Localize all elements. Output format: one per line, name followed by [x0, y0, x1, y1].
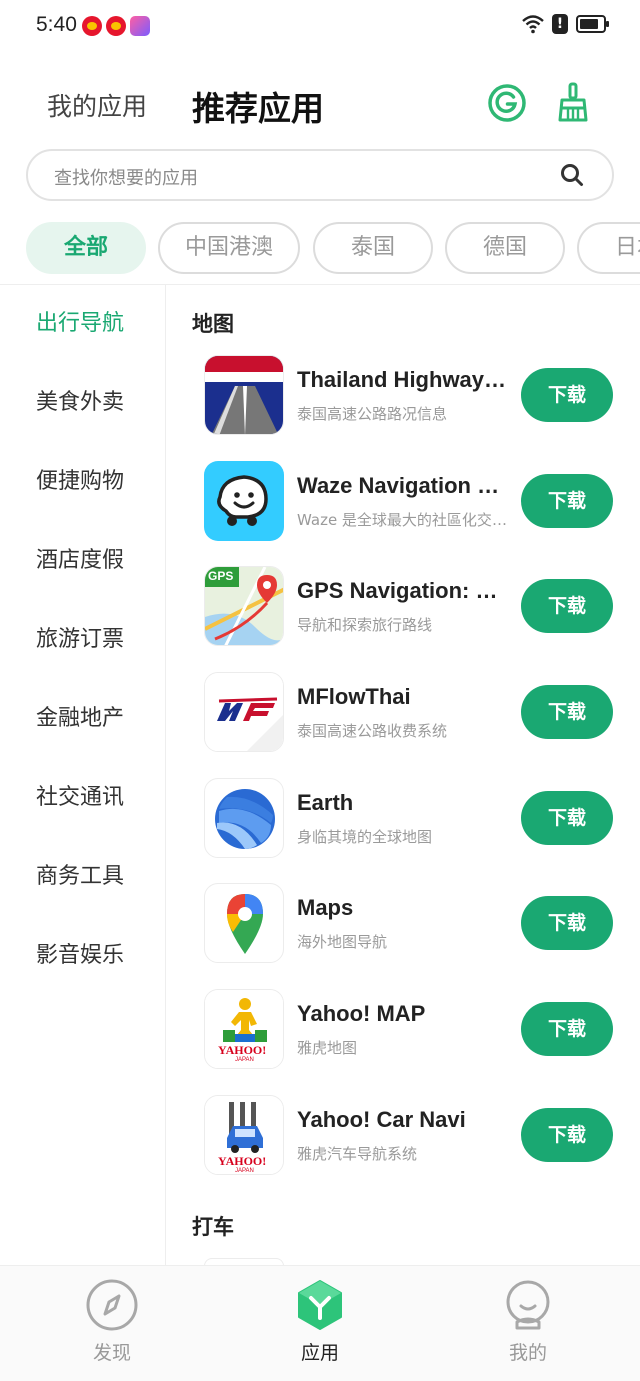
app-name: MFlowThai: [297, 684, 411, 709]
category-hotels[interactable]: 酒店度假: [36, 542, 124, 574]
search-placeholder: 查找你想要的应用: [54, 168, 198, 189]
chip-japan[interactable]: 日本: [577, 222, 640, 274]
app-row[interactable]: Thailand Highway Traffic 泰国高速公路路况信息 下载: [166, 355, 640, 455]
mflow-icon: [204, 672, 284, 752]
download-button[interactable]: 下载: [521, 579, 613, 633]
yahoo-car-navi-icon: YAHOO! JAPAN: [204, 1095, 284, 1175]
app-name: Yahoo! Car Navi: [297, 1107, 466, 1132]
notification-icons: [82, 16, 150, 36]
app-name: Earth: [297, 790, 354, 815]
alert-icon: !: [552, 14, 568, 34]
chip-germany[interactable]: 德国: [445, 222, 565, 274]
app-description: 海外地图导航: [297, 933, 388, 951]
weibo-notification-icon: [106, 16, 126, 36]
google-earth-icon: [204, 778, 284, 858]
google-maps-icon: [204, 883, 284, 963]
section-title-maps: 地图: [192, 312, 234, 336]
category-business-tools[interactable]: 商务工具: [36, 858, 124, 890]
gps-navigation-icon: GPS: [204, 566, 284, 646]
search-input[interactable]: 查找你想要的应用: [26, 149, 614, 201]
category-social[interactable]: 社交通讯: [36, 779, 124, 811]
status-indicators: !: [522, 14, 609, 34]
app-row[interactable]: Earth 身临其境的全球地图 下载: [166, 778, 640, 878]
region-filter-chips: 全部 中国港澳 泰国 德国 日本: [0, 222, 640, 276]
yahoo-japan-text: JAPAN: [235, 1168, 254, 1174]
download-button[interactable]: 下载: [521, 685, 613, 739]
app-description: 泰国高速公路收费系统: [297, 722, 448, 740]
app-name: GPS Navigation: Maps & Traffic: [297, 578, 509, 603]
app-name: Maps: [297, 895, 354, 920]
gps-badge-text: GPS: [208, 569, 234, 583]
battery-icon: [576, 15, 609, 33]
profile-icon: [506, 1280, 550, 1330]
app-row[interactable]: Waze Navigation & Live Traffic Waze 是全球最…: [166, 461, 640, 561]
status-time: 5:40: [36, 13, 77, 36]
category-travel-navigation[interactable]: 出行导航: [36, 305, 124, 337]
download-button[interactable]: 下载: [521, 1002, 613, 1056]
tab-my-apps[interactable]: 我的应用: [47, 87, 147, 123]
yahoo-logo-text: YAHOO!: [218, 1154, 267, 1168]
nav-discover[interactable]: 发现: [62, 1278, 162, 1365]
category-food-delivery[interactable]: 美食外卖: [36, 384, 124, 416]
chip-hk-macau[interactable]: 中国港澳: [158, 222, 300, 274]
category-travel-booking[interactable]: 旅游订票: [36, 621, 124, 653]
app-description: 雅虎汽车导航系统: [297, 1145, 418, 1163]
nav-profile[interactable]: 我的: [478, 1278, 578, 1365]
weibo-notification-icon: [82, 16, 102, 36]
app-notification-icon: [130, 16, 150, 36]
app-row[interactable]: YAHOO! JAPAN Yahoo! Car Navi 雅虎汽车导航系统 下载: [166, 1095, 640, 1195]
status-bar: 5:40 !: [0, 0, 640, 52]
header: 我的应用 推荐应用: [0, 70, 640, 140]
app-name: Yahoo! MAP: [297, 1001, 426, 1026]
bottom-navigation: 发现 应用 我的: [0, 1265, 640, 1381]
yahoo-map-icon: YAHOO! JAPAN: [204, 989, 284, 1069]
app-description: 导航和探索旅行路线: [297, 616, 433, 634]
download-button[interactable]: 下载: [521, 474, 613, 528]
apps-hexagon-icon: [298, 1280, 342, 1330]
app-row[interactable]: GPS GPS Navigation: Maps & Traffic 导航和探索…: [166, 566, 640, 666]
thailand-highway-icon: [204, 355, 284, 435]
wifi-icon: [522, 15, 544, 34]
app-row[interactable]: MFlowThai 泰国高速公路收费系统 下载: [166, 672, 640, 772]
download-button[interactable]: 下载: [521, 368, 613, 422]
category-entertainment[interactable]: 影音娱乐: [36, 937, 124, 969]
chip-all[interactable]: 全部: [26, 222, 146, 274]
nav-apps[interactable]: 应用: [270, 1278, 370, 1365]
chip-thailand[interactable]: 泰国: [313, 222, 433, 274]
app-description: Waze 是全球最大的社區化交通導航應用: [297, 511, 509, 529]
download-button[interactable]: 下载: [521, 791, 613, 845]
broom-cleanup-icon[interactable]: [556, 82, 590, 122]
category-shopping[interactable]: 便捷购物: [36, 463, 124, 495]
app-row[interactable]: YAHOO! JAPAN Yahoo! MAP 雅虎地图 下载: [166, 989, 640, 1089]
divider: [0, 284, 640, 285]
download-button[interactable]: 下载: [521, 1108, 613, 1162]
nav-label: 应用: [300, 1342, 339, 1364]
app-row[interactable]: Maps 海外地图导航 下载: [166, 883, 640, 983]
nav-label: 我的: [508, 1342, 547, 1364]
waze-icon: [204, 461, 284, 541]
tab-recommended-apps[interactable]: 推荐应用: [192, 82, 324, 130]
app-name: Waze Navigation & Live Traffic: [297, 473, 509, 498]
app-description: 身临其境的全球地图: [297, 828, 433, 846]
yahoo-logo-text: YAHOO!: [218, 1043, 267, 1057]
section-title-taxi: 打车: [192, 1215, 234, 1239]
download-button[interactable]: 下载: [521, 896, 613, 950]
compass-icon: [86, 1279, 138, 1331]
app-name: Thailand Highway Traffic: [297, 367, 509, 392]
search-icon[interactable]: [560, 163, 584, 187]
g-logo-icon[interactable]: [488, 84, 526, 122]
nav-label: 发现: [92, 1342, 131, 1364]
app-description: 泰国高速公路路况信息: [297, 405, 448, 423]
app-description: 雅虎地图: [297, 1039, 358, 1057]
yahoo-japan-text: JAPAN: [235, 1057, 254, 1063]
category-finance-realestate[interactable]: 金融地产: [36, 700, 124, 732]
